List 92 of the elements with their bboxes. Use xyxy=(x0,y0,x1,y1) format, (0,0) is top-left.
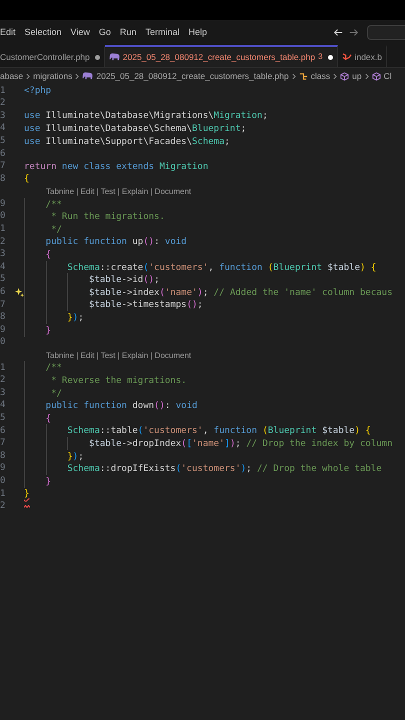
line-number: 4 xyxy=(0,399,6,412)
menu-item[interactable]: Selection xyxy=(20,26,66,40)
code-line: }); xyxy=(66,450,84,463)
line-number: 6 xyxy=(0,286,6,300)
line-number: 1 xyxy=(0,84,6,98)
line-number: 3 xyxy=(0,248,6,262)
line-number: 4 xyxy=(0,122,6,136)
line-number: 4 xyxy=(0,260,6,274)
code-line: * Run the migrations. xyxy=(50,211,165,224)
code-line: <?php xyxy=(24,85,52,98)
code-line: { xyxy=(44,412,52,425)
line-number: 1 xyxy=(0,362,6,375)
chevron-icon xyxy=(364,72,369,80)
line-number: 8 xyxy=(0,172,6,186)
line-number: 8 xyxy=(0,450,6,463)
line-number: 5 xyxy=(0,273,6,286)
codelens-actions[interactable]: Tabnine | Edit | Test | Explain | Document xyxy=(46,186,192,198)
breadcrumb-item[interactable]: class xyxy=(310,70,330,82)
menu-item[interactable]: Help xyxy=(184,26,212,40)
line-number: 0 xyxy=(0,210,6,224)
back-arrow-icon[interactable] xyxy=(333,28,343,37)
code-line: */ xyxy=(50,224,62,236)
line-number: 2 xyxy=(0,236,6,249)
breadcrumb-item[interactable]: abase xyxy=(0,70,24,82)
editor-tab[interactable]: 2025_05_28_080912_create_customers_table.php 3 xyxy=(104,45,338,67)
code-line: /** xyxy=(44,362,62,374)
line-number: 3 xyxy=(0,386,6,400)
breadcrumb-item[interactable]: Cl xyxy=(384,70,392,82)
cube-icon xyxy=(340,72,350,80)
line-number: 7 xyxy=(0,437,6,450)
line-number: 8 xyxy=(0,311,6,324)
codelens-actions[interactable]: Tabnine | Edit | Test | Explain | Document xyxy=(46,350,192,362)
line-number: 2 xyxy=(0,374,6,388)
code-line: $table->timestamps(); xyxy=(88,299,203,312)
code-line: public function down(): void xyxy=(44,400,198,412)
code-line: use Illuminate\Database\Migrations\Migration; xyxy=(24,110,268,122)
editor-tab[interactable]: CustomerController.php xyxy=(0,45,105,67)
code-line: /** xyxy=(44,198,62,211)
chevron-icon xyxy=(292,72,296,80)
sparkle-icon[interactable] xyxy=(14,288,24,298)
code-line: public function up(): void xyxy=(44,236,187,248)
code-line: } xyxy=(44,324,52,337)
line-number: 7 xyxy=(0,160,6,174)
code-line: }); xyxy=(66,312,84,324)
code-line: use Illuminate\Support\Facades\Schema; xyxy=(24,136,230,148)
code-line: return new class extends Migration xyxy=(24,160,208,173)
code-line: Schema::create('customers', function (Blueprint $table) { xyxy=(66,262,376,274)
line-number: 1 xyxy=(0,488,6,501)
line-number: 5 xyxy=(0,412,6,425)
line-number: 7 xyxy=(0,298,6,312)
line-number: 1 xyxy=(0,223,6,236)
code-line: * Reverse the migrations. xyxy=(50,374,187,387)
line-number: 2 xyxy=(0,500,6,514)
editor-tab[interactable]: index.b xyxy=(338,45,387,67)
line-number: 6 xyxy=(0,148,6,161)
code-line: use Illuminate\Database\Schema\Blueprint; xyxy=(24,123,246,136)
line-number: 3 xyxy=(0,110,6,123)
line-number: 2 xyxy=(0,97,6,110)
line-number: 0 xyxy=(0,336,6,350)
code-line: $table->index('name'); // Added the 'name' column becaus xyxy=(88,286,392,299)
elephant-icon xyxy=(82,72,94,80)
code-line: $table->id(); xyxy=(88,274,160,286)
search-field[interactable] xyxy=(367,25,405,40)
code-line: $table->dropIndex(['name']); // Drop the index by column xyxy=(88,438,392,450)
chevron-icon xyxy=(75,72,80,80)
line-number: 5 xyxy=(0,134,6,148)
code-line: Schema::dropIfExists('customers'); // Drop the whole table xyxy=(66,463,382,476)
line-number: 0 xyxy=(0,474,6,488)
code-line: { xyxy=(44,249,52,262)
code-line: } xyxy=(44,476,52,488)
chevron-icon xyxy=(333,72,338,80)
class-icon xyxy=(298,72,308,80)
code-line: { xyxy=(24,173,30,186)
elephant-icon xyxy=(108,53,120,61)
chevron-icon xyxy=(26,72,30,80)
line-number: 9 xyxy=(0,462,6,476)
menu-item[interactable]: Terminal xyxy=(140,26,184,40)
breadcrumb-item[interactable]: up xyxy=(352,70,362,82)
code-line: */ xyxy=(50,388,62,400)
line-number: 9 xyxy=(0,324,6,337)
menu-item[interactable]: Run xyxy=(115,26,141,40)
code-line: } xyxy=(24,488,30,500)
breadcrumb-item[interactable]: 2025_05_28_080912_create_customers_table.php xyxy=(96,70,289,82)
menu-item[interactable]: View xyxy=(66,26,94,40)
line-number: 6 xyxy=(0,424,6,438)
cube-icon xyxy=(372,72,381,80)
line-number: 9 xyxy=(0,198,6,211)
menu-item[interactable]: Edit xyxy=(0,26,20,40)
forward-arrow-icon[interactable] xyxy=(349,28,359,37)
breadcrumb-item[interactable]: migrations xyxy=(33,70,72,82)
menu-item[interactable]: Go xyxy=(94,26,116,40)
code-line: Schema::table('customers', function (Blueprint $table) { xyxy=(66,425,371,438)
